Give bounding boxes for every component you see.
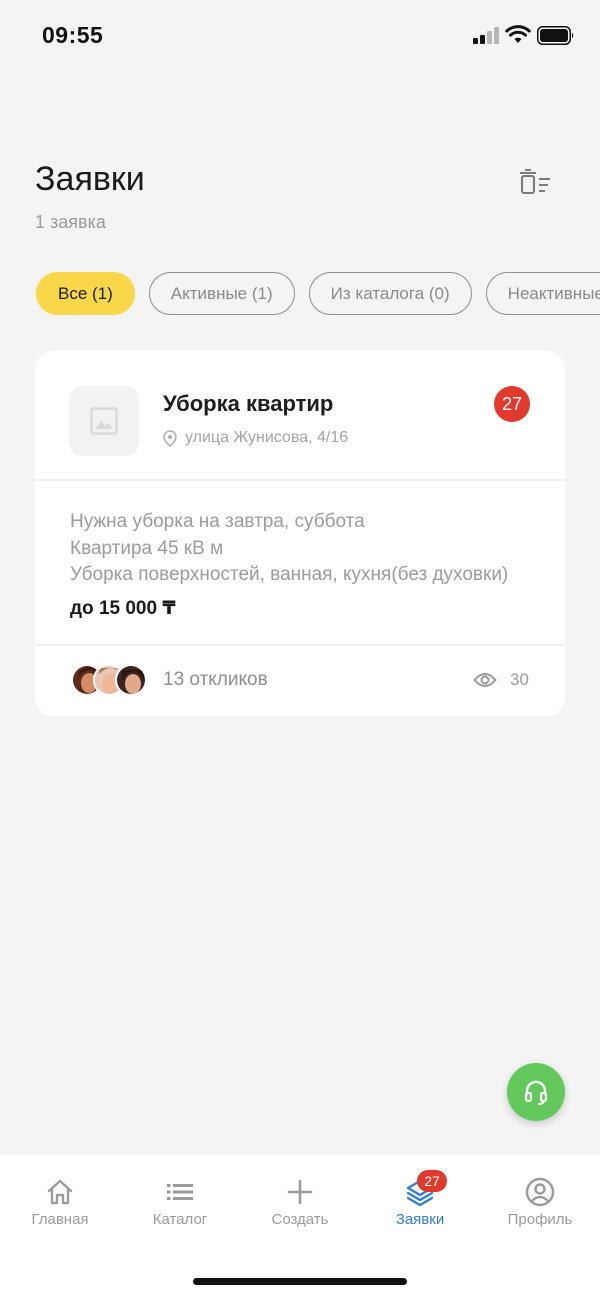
responses-count: 13 откликов xyxy=(163,669,268,690)
tab-label: Создать xyxy=(271,1211,329,1228)
card-divider xyxy=(35,644,565,646)
clear-filter-button[interactable] xyxy=(517,168,553,200)
image-placeholder-icon xyxy=(90,407,118,435)
tab-create[interactable]: Создать xyxy=(240,1177,360,1237)
tab-profile[interactable]: Профиль xyxy=(480,1177,600,1237)
page-title: Заявки xyxy=(35,160,145,198)
request-title: Уборка квартир xyxy=(163,391,334,416)
status-bar: 09:55 xyxy=(0,0,600,72)
support-button[interactable] xyxy=(507,1063,565,1121)
profile-icon xyxy=(525,1177,555,1207)
bottom-tab-bar: Главная Каталог Создать Заявки 27 Профил… xyxy=(0,1155,600,1297)
filter-chips: Все (1) Активные (1) Из каталога (0) Неа… xyxy=(36,272,600,315)
home-indicator xyxy=(193,1278,407,1285)
plus-icon xyxy=(285,1177,315,1207)
request-description: Нужна уборка на завтра, суббота Квартира… xyxy=(70,509,530,589)
filter-chip-catalog[interactable]: Из каталога (0) xyxy=(308,272,472,315)
request-count: 1 заявка xyxy=(35,212,106,232)
cellular-signal-icon xyxy=(473,27,501,44)
trash-filter-icon xyxy=(520,169,550,194)
filter-chip-all[interactable]: Все (1) xyxy=(36,272,135,315)
card-divider xyxy=(35,479,565,481)
tab-label: Профиль xyxy=(507,1211,573,1228)
description-line: Квартира 45 кВ м xyxy=(70,537,224,559)
request-address: улица Жунисова, 4/16 xyxy=(163,429,348,447)
request-price: до 15 000 ₸ xyxy=(70,598,176,619)
avatar xyxy=(115,664,147,696)
views-count: 30 xyxy=(473,670,529,690)
tab-home[interactable]: Главная xyxy=(0,1177,120,1237)
address-text: улица Жунисова, 4/16 xyxy=(185,429,349,446)
description-line: Нужна уборка на завтра, суббота xyxy=(70,511,365,532)
status-time: 09:55 xyxy=(42,22,104,48)
tab-label: Главная xyxy=(31,1211,89,1228)
request-card[interactable]: Уборка квартир улица Жунисова, 4/16 27 Н… xyxy=(35,351,565,716)
responder-avatars xyxy=(71,664,151,696)
battery-icon xyxy=(537,26,574,45)
requests-tab-badge: 27 xyxy=(417,1170,447,1192)
eye-icon xyxy=(473,673,497,687)
home-icon xyxy=(45,1177,75,1207)
request-thumbnail xyxy=(69,386,139,456)
description-line: Уборка поверхностей, ванная, кухня(без д… xyxy=(70,564,509,585)
filter-chip-inactive[interactable]: Неактивные (0) xyxy=(485,272,600,315)
filter-chip-active[interactable]: Активные (1) xyxy=(148,272,295,315)
headset-icon xyxy=(524,1080,548,1105)
tab-label: Каталог xyxy=(152,1211,208,1228)
wifi-icon xyxy=(505,25,531,43)
location-pin-icon xyxy=(163,429,177,447)
unread-badge: 27 xyxy=(494,386,530,422)
list-icon xyxy=(165,1177,195,1207)
tab-catalog[interactable]: Каталог xyxy=(120,1177,240,1237)
views-number: 30 xyxy=(510,670,529,689)
screen: 09:55 Заявки 1 заявка Все (1) Активные (… xyxy=(0,0,600,1297)
tab-label: Заявки xyxy=(395,1211,445,1228)
